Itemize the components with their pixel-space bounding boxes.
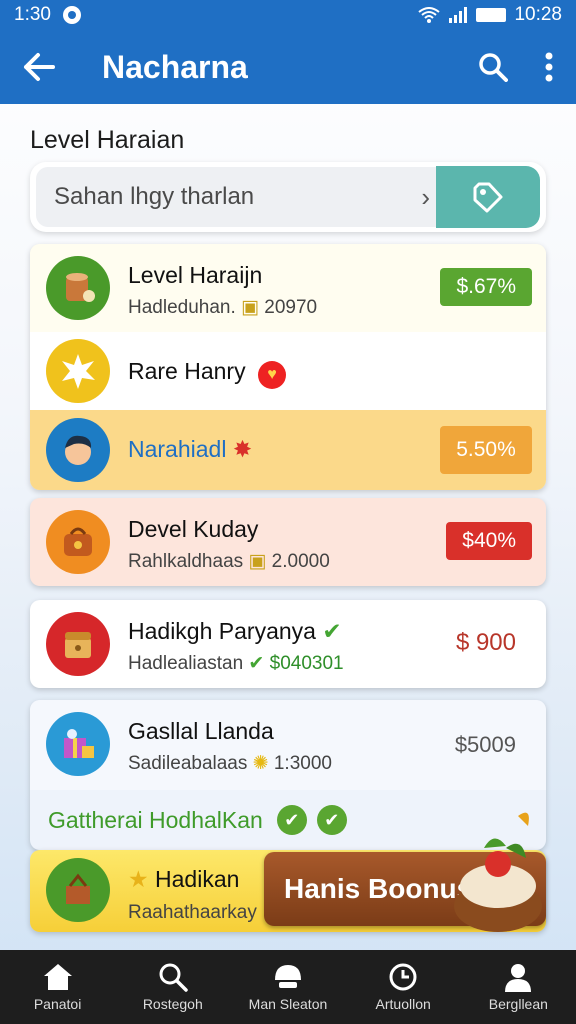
chevron-right-icon: ›	[421, 181, 430, 212]
status-clock: 10:28	[514, 4, 562, 25]
clock-icon	[389, 963, 417, 991]
user-icon	[505, 964, 532, 992]
item-sub: Hadleduhan. ▣ 20970	[128, 297, 318, 318]
search-text: Sahan lhgy tharlan	[54, 183, 255, 210]
offers-card: Level Haraijn Hadleduhan. ▣ 20970 $.67% …	[30, 244, 546, 490]
home-icon	[43, 964, 72, 990]
nav-item-home[interactable]: Panatoi	[3, 962, 113, 1012]
item-name: Narahiadl ✸	[128, 436, 253, 462]
promo-sub: Raahathaarkay	[128, 902, 257, 923]
nav-item-missions[interactable]: Man Sleaton	[233, 962, 343, 1012]
nav-item-activity[interactable]: Artuollon	[348, 962, 458, 1012]
tag-icon	[473, 182, 503, 213]
list-item[interactable]: Gasllal Llanda Sadileabalaas ✺ 1:3000 $5…	[30, 700, 546, 790]
heart-badge-icon: ♥	[258, 361, 286, 389]
item-badge: $ 900	[455, 629, 516, 656]
battery-icon	[476, 8, 507, 22]
nav-item-search[interactable]: Rostegoh	[118, 962, 228, 1012]
item-name: Devel Kuday	[128, 516, 259, 542]
status-time: 1:30	[14, 4, 51, 25]
check-circle-icon: ✔	[316, 805, 347, 835]
wifi-icon	[418, 7, 441, 23]
search-bar: Sahan lhgy tharlan ›	[30, 162, 546, 232]
bottom-navigation: Panatoi Rostegoh Man Sleaton Artuollon B…	[0, 950, 576, 1024]
notification-icon	[62, 6, 81, 24]
bag-icon	[46, 510, 110, 574]
list-item[interactable]: Hadikgh Paryanya ✔ Hadlealiastan ✔ $0403…	[30, 600, 546, 688]
item-name: Rare Hanry ♥	[128, 358, 286, 389]
person-icon	[46, 418, 110, 482]
check-circle-icon: ✔	[276, 805, 307, 835]
list-item[interactable]: Rare Hanry ♥	[30, 332, 546, 410]
basket-icon	[46, 858, 110, 922]
star-icon: ★	[128, 866, 149, 892]
item-sub: Rahlkaldhaas ▣ 2.0000	[128, 551, 330, 572]
page-title: Nacharna	[102, 48, 248, 85]
item-sub: Hadlealiastan ✔ $040301	[128, 653, 344, 674]
signal-icon	[449, 7, 468, 23]
nav-item-profile[interactable]: Bergllean	[463, 962, 573, 1012]
back-arrow-icon[interactable]	[22, 52, 56, 82]
cup-icon	[46, 256, 110, 320]
burst-icon	[46, 339, 110, 403]
item-name: Hadikgh Paryanya ✔	[128, 618, 342, 644]
item-badge: $5009	[454, 732, 516, 757]
list-item[interactable]: Level Haraijn Hadleduhan. ▣ 20970 $.67%	[30, 244, 546, 332]
item-name: Level Haraijn	[128, 262, 263, 288]
search-icon[interactable]	[478, 52, 508, 82]
item-badge: $40%	[446, 522, 532, 560]
item-name: Gasllal Llanda	[128, 718, 274, 744]
item-badge: 5.50%	[440, 426, 532, 474]
gift-icon	[46, 712, 110, 776]
search-input[interactable]: Sahan lhgy tharlan ›	[36, 167, 448, 227]
chest-icon	[46, 612, 110, 676]
app-bar: Nacharna	[0, 30, 576, 104]
list-item[interactable]: Narahiadl ✸ 5.50%	[30, 410, 546, 490]
search-icon	[159, 963, 188, 992]
tag-button[interactable]	[436, 166, 540, 228]
more-vert-icon[interactable]	[544, 52, 554, 82]
item-badge: $.67%	[440, 268, 532, 306]
promo-name: ★ Hadikan	[128, 866, 240, 892]
item-sub: Sadileabalaas ✺ 1:3000	[128, 753, 332, 774]
list-item[interactable]: Devel Kuday Rahlkaldhaas ▣ 2.0000 $40%	[30, 498, 546, 586]
fruit-bowl-icon	[454, 812, 542, 932]
helmet-icon	[274, 965, 301, 988]
status-bar: 1:30 10:28	[0, 0, 576, 30]
section-title: Level Haraian	[30, 126, 185, 154]
